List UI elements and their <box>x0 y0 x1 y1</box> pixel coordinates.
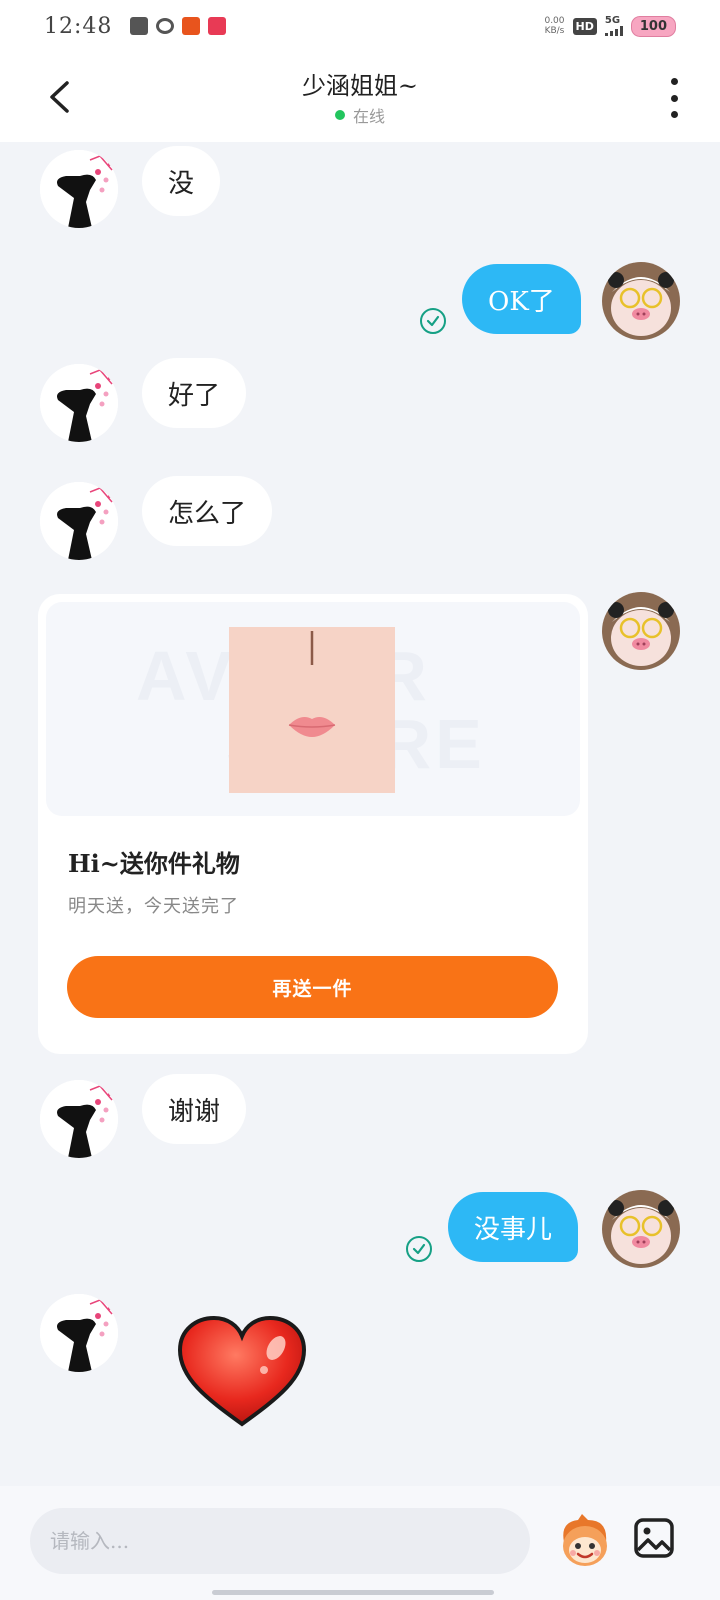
message-text: 好了 <box>168 380 221 411</box>
gift-card[interactable]: AVATAR STORE Hi~送你件礼物 明天送，今天送完了 再送一件 <box>38 594 588 1054</box>
my-avatar-image <box>602 1190 680 1268</box>
contact-avatar-image <box>40 364 118 442</box>
app-notification-icon-2 <box>208 17 227 35</box>
message-text: 怎么了 <box>168 498 247 529</box>
online-dot-icon <box>334 110 345 120</box>
message-input[interactable] <box>30 1508 530 1574</box>
my-avatar-image <box>602 262 680 340</box>
message-list[interactable]: 没 OK了 好了 怎么了 Hi~送你件礼物 明天送，今天送完了 再送一件 谢谢 … <box>0 142 720 1486</box>
contact-avatar[interactable] <box>40 364 118 442</box>
image-picker-button[interactable] <box>634 1518 674 1558</box>
emoji-sticker-button[interactable] <box>556 1512 614 1570</box>
chat-header: 少涵姐姐~ 在线 <box>0 52 720 142</box>
contact-avatar-image <box>40 1080 118 1158</box>
gift-subtitle: 明天送，今天送完了 <box>68 896 239 917</box>
status-time: 12:48 <box>44 13 113 39</box>
network-speed-value: 0.00 <box>544 16 565 26</box>
network-type: 5G <box>604 15 621 26</box>
message-text: 谢谢 <box>168 1096 221 1127</box>
wechat-icon <box>156 18 175 34</box>
composer-bar <box>0 1486 720 1600</box>
contact-avatar[interactable] <box>40 482 118 560</box>
more-dot-icon <box>670 111 678 118</box>
online-status: 在线 <box>0 103 720 127</box>
my-avatar-image <box>602 592 680 670</box>
gift-image-area: AVATAR STORE <box>46 602 580 816</box>
battery-indicator: 100 <box>630 15 676 37</box>
page-title: 少涵姐姐~ <box>301 72 419 100</box>
my-avatar[interactable] <box>602 592 680 670</box>
home-indicator[interactable] <box>212 1590 494 1595</box>
more-dot-icon <box>670 78 678 85</box>
more-options-button[interactable] <box>662 78 686 118</box>
lips-icon <box>229 627 395 793</box>
signal-bars-icon <box>604 26 623 36</box>
message-text: 没 <box>168 168 195 199</box>
contact-avatar[interactable] <box>40 150 118 228</box>
notification-icons <box>130 17 227 35</box>
heart-sticker-icon[interactable] <box>176 1314 308 1430</box>
contact-avatar[interactable] <box>40 1294 118 1372</box>
contact-avatar[interactable] <box>40 1080 118 1158</box>
status-bar: 12:48 0.00 KB/s HD 5G 100 <box>0 0 720 52</box>
message-bubble-outgoing[interactable]: OK了 <box>462 264 581 334</box>
message-bubble-incoming[interactable]: 谢谢 <box>142 1074 247 1144</box>
gift-image[interactable] <box>229 627 395 793</box>
message-bubble-incoming[interactable]: 怎么了 <box>142 476 273 546</box>
message-text: OK了 <box>488 286 555 317</box>
send-another-gift-button[interactable]: 再送一件 <box>67 956 558 1018</box>
title-wrap: 少涵姐姐~ 在线 <box>0 66 720 127</box>
app-notification-icon <box>182 17 201 35</box>
task-check-icon <box>130 17 149 35</box>
status-right: 0.00 KB/s HD 5G 100 <box>544 15 676 37</box>
message-bubble-incoming[interactable]: 没 <box>142 146 221 216</box>
contact-avatar-image <box>40 482 118 560</box>
my-avatar[interactable] <box>602 262 680 340</box>
message-text: 没事儿 <box>474 1214 553 1245</box>
read-check-icon <box>406 1236 432 1262</box>
message-bubble-incoming[interactable]: 好了 <box>142 358 247 428</box>
contact-avatar-image <box>40 150 118 228</box>
gift-title: Hi~送你件礼物 <box>68 849 240 878</box>
read-check-icon <box>420 308 446 334</box>
hd-badge: HD <box>572 17 597 35</box>
contact-avatar-image <box>40 1294 118 1372</box>
more-dot-icon <box>670 94 678 102</box>
my-avatar[interactable] <box>602 1190 680 1268</box>
message-bubble-outgoing[interactable]: 没事儿 <box>448 1192 579 1262</box>
network-speed: 0.00 KB/s <box>544 16 564 36</box>
network-speed-unit: KB/s <box>544 26 565 36</box>
signal-icon: 5G <box>604 15 623 36</box>
online-status-text: 在线 <box>352 107 385 126</box>
